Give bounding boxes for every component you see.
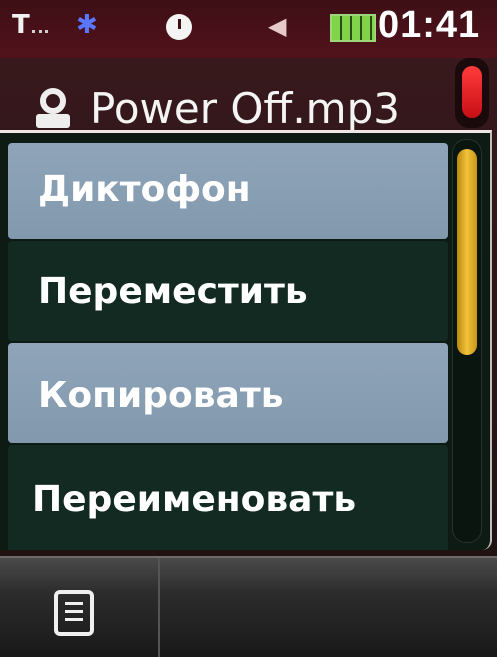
bluetooth-icon: ✱ (76, 10, 98, 40)
status-time: 01:41 (378, 4, 481, 46)
file-name: Power Off.mp3 (90, 84, 400, 133)
menu-item-rename[interactable]: Переименовать (8, 445, 448, 550)
menu-item-label: Диктофон (38, 169, 251, 210)
menu-item-label: Копировать (38, 375, 284, 416)
menu-item-label: Переместить (38, 271, 308, 312)
list-scrollbar-thumb[interactable] (462, 66, 482, 118)
battery-icon (330, 14, 376, 42)
document-list-icon (54, 590, 94, 636)
softkey-bar (0, 556, 497, 657)
file-title-row: Power Off.mp3 (0, 70, 497, 136)
softkey-left-button[interactable] (0, 558, 160, 657)
menu-item-label: Переименовать (32, 479, 357, 520)
status-bar: T ✱ ◀ 01:41 (0, 0, 497, 58)
signal-strength-icon: T (12, 10, 48, 40)
phone-screen: T ✱ ◀ 01:41 Power Off.mp3 Диктофон Перем… (0, 0, 497, 657)
alarm-clock-icon (166, 14, 192, 40)
menu-item-copy[interactable]: Копировать (8, 343, 448, 443)
softkey-right-button[interactable] (160, 558, 497, 657)
menu-item-move[interactable]: Переместить (8, 241, 448, 341)
voice-recorder-icon (36, 88, 72, 132)
options-menu: Диктофон Переместить Копировать Переимен… (0, 130, 492, 550)
menu-scrollbar-thumb[interactable] (457, 149, 477, 355)
menu-item-voice-recorder[interactable]: Диктофон (8, 143, 448, 239)
speaker-mute-icon: ◀ (268, 12, 287, 40)
